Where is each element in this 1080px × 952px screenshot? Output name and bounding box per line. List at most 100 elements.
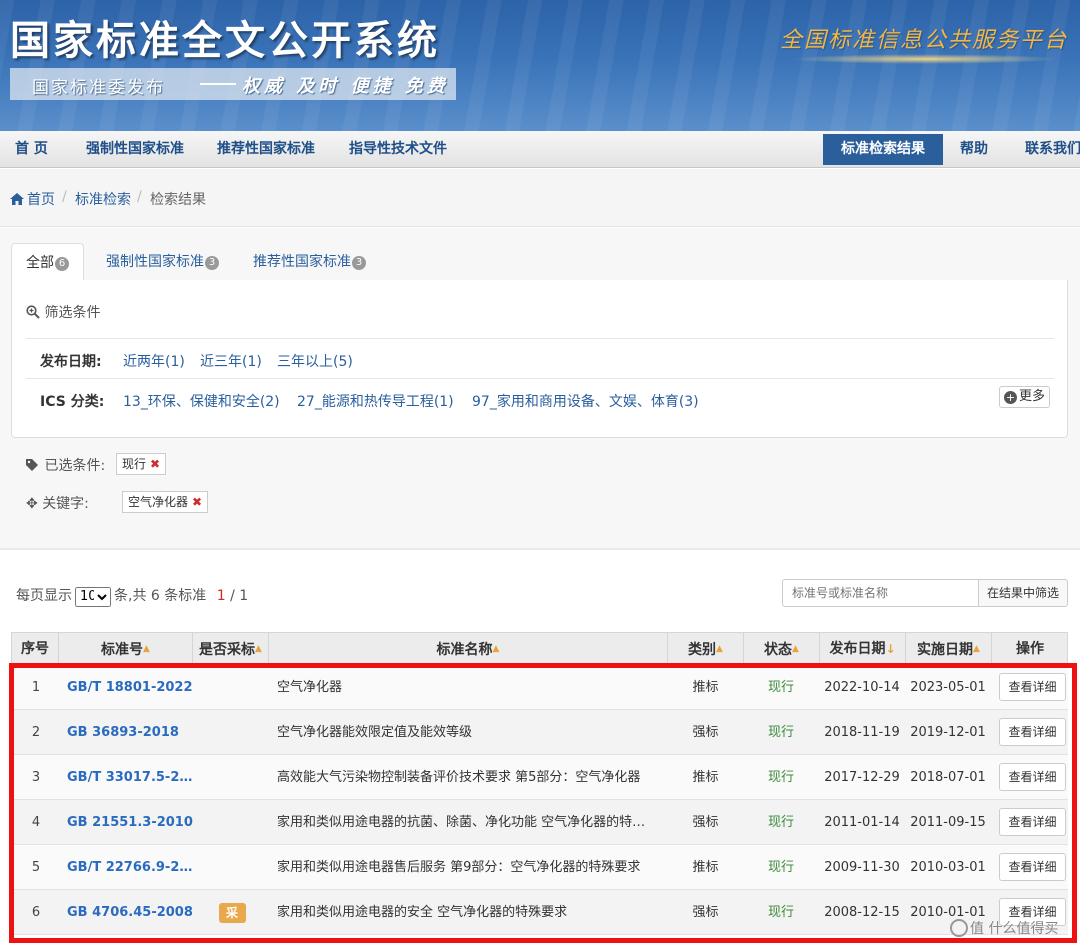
- row-type: 强标: [692, 905, 719, 920]
- row-op: 查看详细: [999, 845, 1066, 890]
- sort-desc-arrow-icon: ↓: [885, 642, 896, 656]
- row-code-link[interactable]: GB/T 33017.5-20…: [67, 755, 195, 800]
- sort-asc-icon: ▲: [143, 644, 150, 654]
- subtitle-publisher: 国家标准委发布: [32, 78, 165, 98]
- tab-mandatory[interactable]: 强制性国家标准 3: [106, 243, 219, 281]
- tab-recommended[interactable]: 推荐性国家标准 3: [253, 243, 366, 281]
- tab-all[interactable]: 全部 6: [11, 243, 84, 282]
- watermark-logo-icon: [950, 919, 968, 937]
- header-banner: 国家标准全文公开系统 国家标准委发布 权威 及时 便捷 免费 全国标准信息公共服…: [0, 0, 1080, 131]
- keyword-chip[interactable]: 空气净化器 ✖: [122, 491, 209, 513]
- row-name: 家用和类似用途电器售后服务 第9部分：空气净化器的特殊要求: [277, 860, 641, 875]
- condition-chip[interactable]: 现行 ✖: [116, 453, 167, 475]
- breadcrumb-home-item[interactable]: 首页: [10, 189, 55, 209]
- publish-date-option[interactable]: 三年以上(5): [277, 351, 353, 371]
- pager-current-page: 1: [216, 588, 226, 604]
- th-type[interactable]: 类别▲: [668, 633, 744, 666]
- nav-guidance[interactable]: 指导性技术文件: [349, 131, 447, 168]
- pager-summary: 条,共 6 条标准: [114, 588, 207, 604]
- zoom-search-icon: [26, 305, 40, 319]
- remove-x-icon[interactable]: ✖: [192, 495, 202, 509]
- breadcrumb-separator: /: [137, 189, 142, 205]
- ics-option[interactable]: 97_家用和商用设备、文娱、体育(3): [472, 391, 699, 411]
- row-status: 现行: [767, 770, 794, 785]
- row-code-link[interactable]: GB 36893-2018: [67, 710, 195, 755]
- table-row: 5 GB/T 22766.9-20… 家用和类似用途电器售后服务 第9部分：空气…: [11, 845, 1068, 890]
- breadcrumb-home[interactable]: 首页: [27, 192, 55, 208]
- nav-home[interactable]: 首 页: [15, 131, 48, 168]
- table-row: 2 GB 36893-2018 空气净化器能效限定值及能效等级 强标 现行 20…: [11, 710, 1068, 755]
- row-code-link[interactable]: GB/T 18801-2022: [67, 665, 195, 710]
- row-imp-date: 2023-05-01: [910, 680, 986, 695]
- filter-results-button[interactable]: 在结果中筛选: [978, 579, 1068, 607]
- row-code-link[interactable]: GB/T 22766.9-20…: [67, 845, 195, 890]
- th-code[interactable]: 标准号▲: [59, 633, 193, 666]
- publish-date-option[interactable]: 近三年(1): [200, 351, 262, 371]
- th-pub-date[interactable]: 发布日期↓: [820, 633, 906, 666]
- condition-chip-label: 现行: [122, 457, 147, 471]
- keyword-chip-label: 空气净化器: [128, 495, 189, 509]
- view-detail-button[interactable]: 查看详细: [999, 718, 1066, 746]
- view-detail-button[interactable]: 查看详细: [999, 763, 1066, 791]
- breadcrumb-separator: /: [62, 189, 67, 205]
- row-adopt: [196, 665, 268, 710]
- th-adopt[interactable]: 是否采标▲: [193, 633, 269, 666]
- ics-more-button[interactable]: + 更多: [999, 386, 1051, 408]
- th-name[interactable]: 标准名称▲: [269, 633, 668, 666]
- table-row: 1 GB/T 18801-2022 空气净化器 推标 现行 2022-10-14…: [11, 665, 1068, 710]
- nav-contact[interactable]: 联系我们: [1025, 131, 1080, 168]
- row-seq: 1: [31, 680, 41, 695]
- platform-swoosh: [790, 54, 1060, 64]
- nav-mandatory[interactable]: 强制性国家标准: [86, 131, 184, 168]
- th-seq-label: 序号: [21, 641, 49, 657]
- subtitle-dash: [200, 83, 236, 85]
- th-adopt-label: 是否采标: [199, 642, 256, 658]
- th-status-label: 状态: [764, 642, 793, 658]
- row-code-link[interactable]: GB 4706.45-2008: [67, 890, 195, 935]
- row-type: 推标: [692, 680, 719, 695]
- breadcrumb-search[interactable]: 标准检索: [75, 189, 131, 209]
- nav-help[interactable]: 帮助: [960, 131, 988, 168]
- sort-asc-icon: ▲: [255, 644, 262, 654]
- section-divider: [0, 548, 1080, 550]
- result-search-input[interactable]: [782, 579, 979, 607]
- table-row: 4 GB 21551.3-2010 家用和类似用途电器的抗菌、除菌、净化功能 空…: [11, 800, 1068, 845]
- nav-recommended[interactable]: 推荐性国家标准: [217, 131, 315, 168]
- tab-mandatory-count: 3: [205, 256, 219, 270]
- table-row: 3 GB/T 33017.5-20… 高效能大气污染物控制装备评价技术要求 第5…: [11, 755, 1068, 800]
- row-status: 现行: [767, 680, 794, 695]
- row-seq: 3: [31, 770, 41, 785]
- row-name: 空气净化器: [277, 680, 343, 695]
- subtitle-slogan: 权威 及时 便捷 免费: [242, 76, 449, 97]
- row-name: 家用和类似用途电器的抗菌、除菌、净化功能 空气净化器的特…: [277, 815, 646, 830]
- row-imp-date: 2011-09-15: [910, 815, 986, 830]
- view-detail-button[interactable]: 查看详细: [999, 853, 1066, 881]
- th-status[interactable]: 状态▲: [744, 633, 820, 666]
- row-adopt: [196, 845, 268, 890]
- row-code-link[interactable]: GB 21551.3-2010: [67, 800, 195, 845]
- row-status: 现行: [767, 815, 794, 830]
- tags-icon: [26, 459, 38, 471]
- page-size-select[interactable]: 10: [75, 586, 111, 607]
- nav-search-results[interactable]: 标准检索结果: [823, 134, 943, 165]
- tab-all-label: 全部: [26, 255, 54, 271]
- sort-asc-icon: ▲: [716, 644, 723, 654]
- ics-option[interactable]: 13_环保、保健和安全(2): [123, 391, 280, 411]
- th-imp-date[interactable]: 实施日期▲: [906, 633, 992, 666]
- ics-option[interactable]: 27_能源和热传导工程(1): [297, 391, 454, 411]
- publish-date-option[interactable]: 近两年(1): [123, 351, 185, 371]
- th-op-label: 操作: [1016, 641, 1044, 657]
- selected-conditions-label: 已选条件:: [26, 455, 105, 475]
- watermark-text: 值 什么值得买: [970, 921, 1059, 937]
- view-detail-button[interactable]: 查看详细: [999, 808, 1066, 836]
- keyword-label-text: 关键字:: [42, 496, 89, 512]
- view-detail-button[interactable]: 查看详细: [999, 673, 1066, 701]
- adopted-badge: 采: [218, 902, 246, 923]
- filter-panel: 筛选条件 发布日期: 近两年(1) 近三年(1) 三年以上(5) ICS 分类:…: [11, 280, 1068, 438]
- ics-more-label: 更多: [1019, 389, 1046, 404]
- row-pub-date: 2018-11-19: [824, 725, 900, 740]
- remove-x-icon[interactable]: ✖: [150, 457, 160, 471]
- row-status: 现行: [767, 725, 794, 740]
- row-imp-date: 2019-12-01: [910, 725, 986, 740]
- tab-all-count: 6: [55, 257, 69, 271]
